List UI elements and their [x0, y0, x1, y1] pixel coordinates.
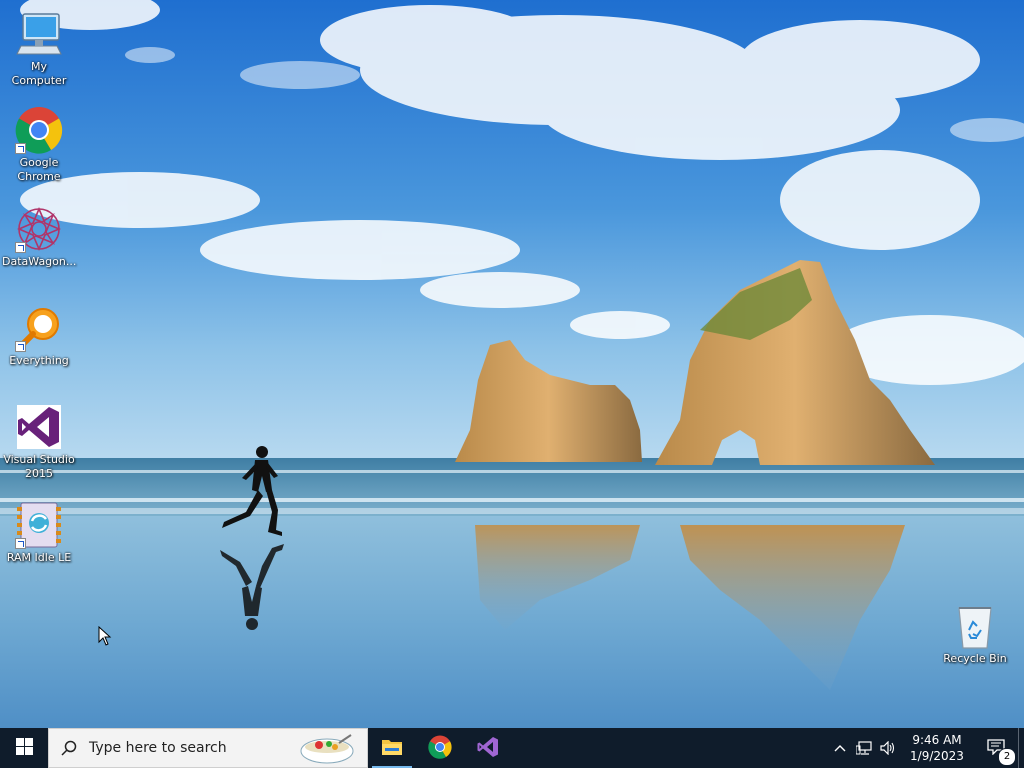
windows-logo-icon — [15, 738, 33, 758]
desktop-icon-ram-idle[interactable]: RAM Idle LE — [1, 501, 77, 565]
desktop-icon-label: DataWagon... — [2, 255, 77, 268]
mouse-cursor-icon — [98, 625, 112, 649]
shortcut-arrow-icon — [15, 143, 26, 154]
notification-count-badge: 2 — [998, 748, 1016, 766]
clock-time: 9:46 AM — [912, 733, 962, 747]
search-highlight-icon[interactable] — [299, 733, 355, 768]
desktop-icon-everything[interactable]: Everything — [1, 304, 77, 368]
desktop-icon-label: RAM Idle LE — [6, 551, 72, 564]
chevron-up-icon[interactable] — [828, 728, 852, 768]
ram-idle-icon — [15, 501, 63, 549]
taskbar-visual-studio[interactable] — [464, 728, 512, 768]
taskbar-search-box[interactable]: Type here to search — [48, 728, 368, 768]
clock-date: 1/9/2023 — [910, 749, 964, 763]
taskbar-clock[interactable]: 9:46 AM 1/9/2023 — [900, 732, 974, 764]
desktop-icon-visual-studio[interactable]: Visual Studio 2015 — [1, 403, 77, 481]
show-desktop-button[interactable] — [1018, 728, 1024, 768]
volume-icon[interactable] — [876, 728, 900, 768]
shortcut-arrow-icon — [15, 538, 26, 549]
taskbar-google-chrome[interactable] — [416, 728, 464, 768]
desktop-icon-my-computer[interactable]: My Computer — [1, 10, 77, 88]
desktop-wallpaper — [0, 0, 1024, 728]
shortcut-arrow-icon — [15, 341, 26, 352]
visual-studio-icon — [15, 403, 63, 451]
action-center-button[interactable]: 2 — [974, 728, 1018, 768]
desktop-icon-google-chrome[interactable]: Google Chrome — [1, 106, 77, 184]
folder-icon — [381, 737, 403, 760]
desktop-icon-recycle-bin[interactable]: Recycle Bin — [937, 602, 1013, 666]
search-placeholder: Type here to search — [89, 740, 227, 756]
taskbar: Type here to search 9:46 AM 1/9/2023 2 — [0, 728, 1024, 768]
everything-icon — [15, 304, 63, 352]
desktop-icon-label: Recycle Bin — [943, 652, 1007, 665]
desktop-icon-datawagon[interactable]: DataWagon... — [1, 205, 77, 269]
chrome-icon — [15, 106, 63, 154]
computer-icon — [15, 10, 63, 58]
desktop-icon-label: Everything — [9, 354, 69, 367]
desktop-icon-label: My Computer — [11, 60, 67, 87]
recycle-bin-icon — [951, 602, 999, 650]
system-tray: 9:46 AM 1/9/2023 2 — [828, 728, 1024, 768]
taskbar-file-explorer[interactable] — [368, 728, 416, 768]
visual-studio-icon — [476, 735, 500, 762]
start-button[interactable] — [0, 728, 48, 768]
desktop-icon-label: Google Chrome — [17, 156, 61, 183]
chrome-icon — [428, 735, 452, 762]
search-icon — [49, 728, 89, 768]
datawagon-icon — [15, 205, 63, 253]
network-icon[interactable] — [852, 728, 876, 768]
desktop-icon-label: Visual Studio 2015 — [3, 453, 75, 480]
shortcut-arrow-icon — [15, 242, 26, 253]
